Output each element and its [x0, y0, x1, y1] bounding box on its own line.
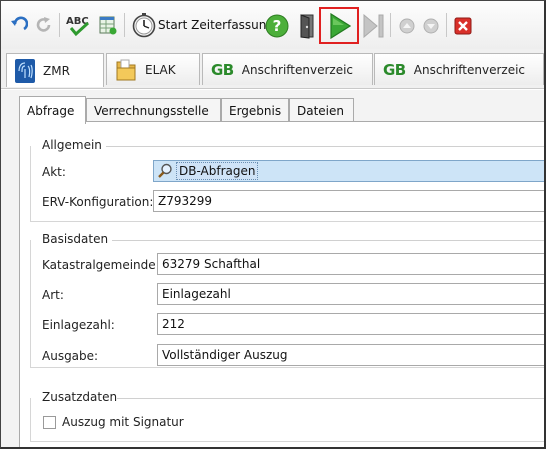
tab-ergebnis[interactable]: Ergebnis — [221, 98, 289, 122]
gb-logo-icon: GB — [383, 60, 406, 79]
signatur-label[interactable]: Auszug mit Signatur — [62, 415, 184, 429]
module-tab-zmr[interactable]: ZMR — [6, 53, 104, 87]
content-area: Abfrage Verrechnungsstelle Ergebnis Date… — [1, 90, 544, 447]
art-value: Einlagezahl — [162, 287, 231, 301]
play-button-highlight — [319, 7, 359, 44]
module-tab-anschriften-2[interactable]: GB Anschriftenverzeic — [374, 53, 544, 85]
module-tab-anschriften-1[interactable]: GB Anschriftenverzeic — [202, 53, 373, 85]
kg-value: 63279 Schafthal — [162, 257, 261, 271]
module-tab-label: Anschriftenverzeic — [413, 62, 526, 77]
tab-verrechnungsstelle[interactable]: Verrechnungsstelle — [86, 98, 221, 122]
erv-field[interactable]: Z793299 — [153, 190, 544, 212]
katastralgemeinde-field[interactable]: 63279 Schafthal — [157, 253, 544, 275]
export-table-icon[interactable] — [97, 13, 119, 37]
akt-field[interactable]: DB-Abfragen — [153, 160, 544, 182]
toolbar-separator — [124, 13, 125, 37]
search-icon[interactable] — [154, 161, 176, 181]
stopwatch-icon[interactable] — [130, 11, 158, 39]
signatur-checkbox[interactable] — [43, 416, 56, 429]
help-icon[interactable]: ? — [264, 13, 290, 39]
module-tab-label: ELAK — [145, 62, 176, 77]
move-down-icon[interactable] — [422, 17, 440, 35]
refresh-icon[interactable] — [34, 15, 54, 35]
module-tab-elak[interactable]: ELAK — [106, 53, 200, 85]
toolbar-separator — [446, 13, 447, 37]
fingerprint-icon — [15, 58, 35, 83]
einlagezahl-field[interactable]: 212 — [157, 313, 544, 335]
tab-label: Abfrage — [27, 103, 75, 118]
tab-abfrage[interactable]: Abfrage — [19, 96, 86, 124]
toolbar-separator — [59, 13, 60, 37]
exit-door-icon[interactable] — [297, 12, 317, 40]
ausgabe-value: Vollständiger Auszug — [162, 348, 288, 362]
module-tab-label: Anschriftenverzeic — [241, 62, 354, 77]
step-forward-icon[interactable] — [363, 13, 385, 39]
akt-value: DB-Abfragen — [176, 162, 259, 180]
start-time-tracking-button[interactable]: Start Zeiterfassung — [158, 18, 274, 32]
tab-label: Dateien — [297, 103, 345, 118]
module-tab-bar: ZMR ELAK GB Anschriftenverzeic GB Anschr… — [1, 49, 544, 89]
toolbar: ABC Start Zeiterfassung ? — [1, 1, 544, 49]
app-window: ABC Start Zeiterfassung ? ZMR ELAK GB An… — [0, 0, 546, 449]
akt-label: Akt: — [42, 165, 66, 179]
ausgabe-label: Ausgabe: — [42, 349, 99, 363]
undo-icon[interactable] — [9, 15, 29, 35]
module-tab-label: ZMR — [43, 63, 70, 78]
ausgabe-field[interactable]: Vollständiger Auszug — [157, 344, 544, 366]
toolbar-separator — [390, 13, 391, 37]
erv-label: ERV-Konfiguration: — [42, 195, 154, 209]
tab-label: Verrechnungsstelle — [94, 103, 209, 118]
svg-text:?: ? — [273, 17, 282, 35]
spellcheck-icon[interactable]: ABC — [65, 13, 91, 37]
folder-icon — [116, 59, 136, 80]
kg-label: Katastralgemeinde: — [42, 258, 160, 272]
close-icon[interactable] — [453, 16, 473, 36]
erv-value: Z793299 — [158, 194, 213, 208]
art-label: Art: — [42, 288, 64, 302]
tab-label: Ergebnis — [229, 103, 282, 118]
einlagezahl-label: Einlagezahl: — [42, 318, 115, 332]
move-up-icon[interactable] — [398, 17, 416, 35]
einlagezahl-value: 212 — [162, 317, 185, 331]
tab-dateien[interactable]: Dateien — [289, 98, 354, 122]
gb-logo-icon: GB — [211, 60, 234, 79]
art-field[interactable]: Einlagezahl — [157, 283, 544, 305]
abfrage-panel: Allgemein Akt: DB-Abfragen ERV-Konfigura… — [19, 121, 544, 447]
